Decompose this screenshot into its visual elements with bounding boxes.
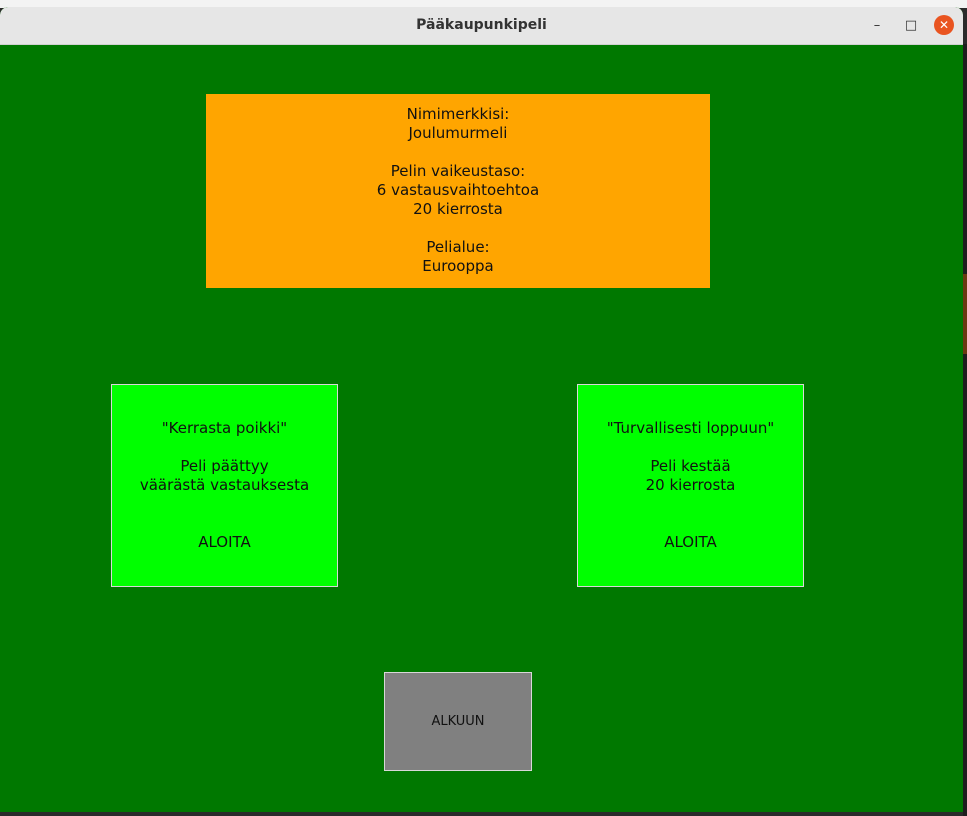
mode-safe-finish-button[interactable]: "Turvallisesti loppuun" Peli kestää 20 k… [577, 384, 804, 587]
background-window-edge [963, 44, 967, 816]
game-area-label: Pelialue: [426, 238, 490, 256]
minimize-icon[interactable]: – [867, 15, 887, 35]
title-bar: Pääkaupunkipeli – □ ✕ [0, 7, 963, 45]
mode-description: Peli kestää [650, 457, 731, 475]
home-button[interactable]: ALKUUN [384, 672, 532, 771]
mode-description: 20 kierrosta [645, 476, 736, 494]
mode-description: väärästä vastauksesta [139, 476, 310, 494]
difficulty-label: Pelin vaikeustaso: [390, 162, 526, 180]
maximize-icon[interactable]: □ [901, 15, 921, 35]
close-icon[interactable]: ✕ [934, 15, 954, 35]
start-label: ALOITA [664, 533, 717, 551]
start-label: ALOITA [198, 533, 251, 551]
rounds-value: 20 kierrosta [413, 200, 503, 218]
answer-options-value: 6 vastausvaihtoehtoa [376, 181, 540, 199]
window-title: Pääkaupunkipeli [416, 17, 547, 33]
mode-title: "Turvallisesti loppuun" [606, 419, 775, 437]
game-settings-panel: Nimimerkkisi: Joulumurmeli Pelin vaikeus… [206, 94, 710, 288]
nickname-value: Joulumurmeli [408, 124, 508, 142]
app-window: Pääkaupunkipeli – □ ✕ Nimimerkkisi: Joul… [0, 7, 963, 812]
mode-sudden-death-button[interactable]: "Kerrasta poikki" Peli päättyy väärästä … [111, 384, 338, 587]
game-area-value: Eurooppa [422, 257, 494, 275]
mode-description: Peli päättyy [180, 457, 269, 475]
mode-title: "Kerrasta poikki" [161, 419, 288, 437]
nickname-label: Nimimerkkisi: [406, 105, 510, 123]
